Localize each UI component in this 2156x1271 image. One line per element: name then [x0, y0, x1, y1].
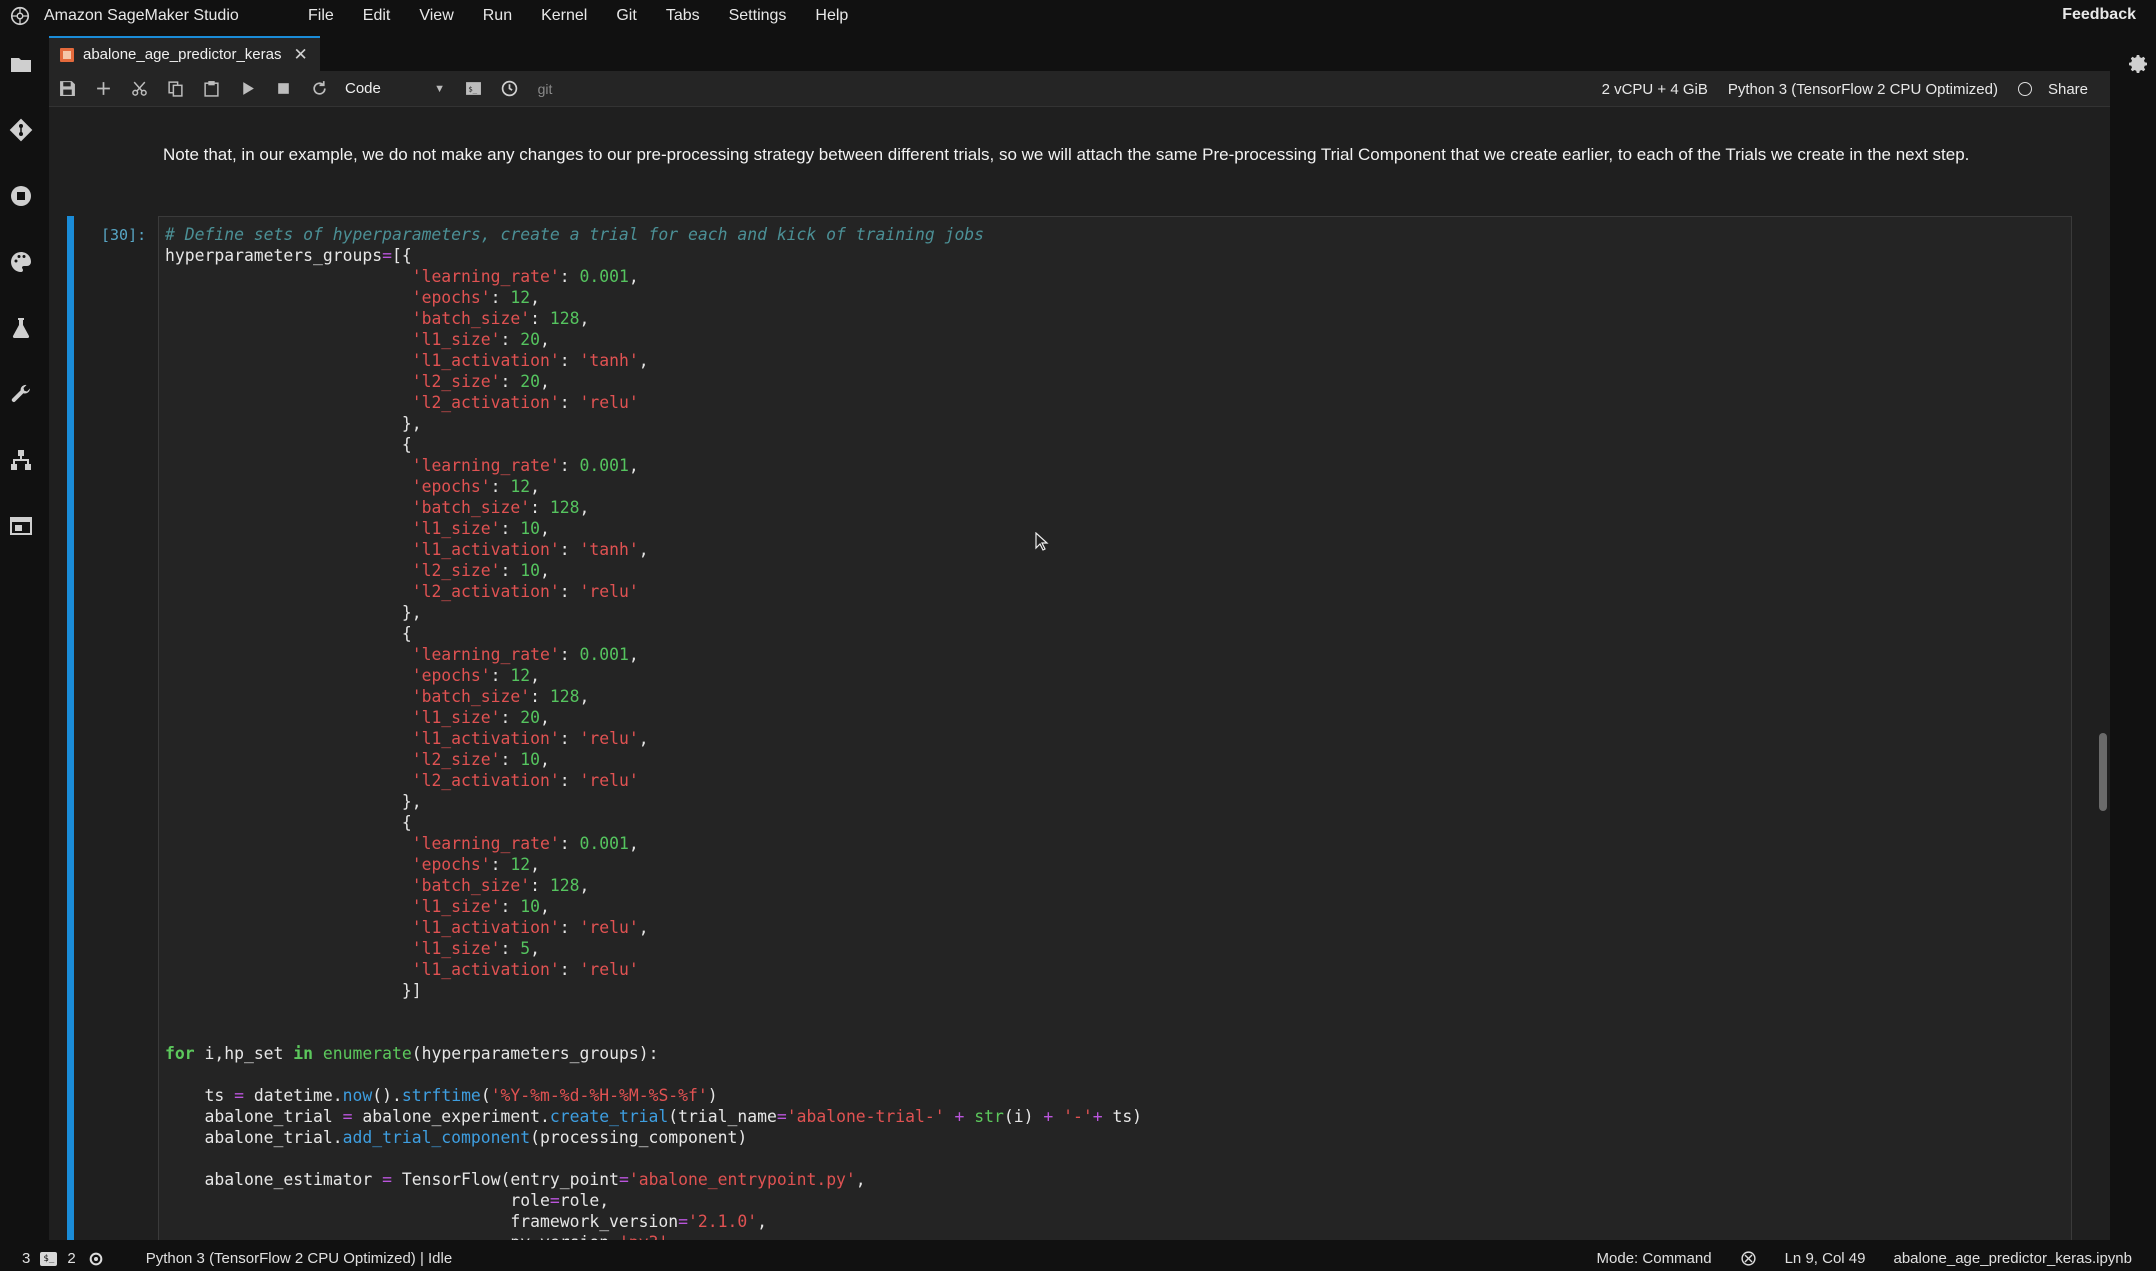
- folder-icon[interactable]: [9, 52, 33, 76]
- mouse-cursor-icon: [1035, 532, 1049, 551]
- kernel-status-icon: [2017, 82, 2032, 96]
- add-cell-icon[interactable]: [85, 71, 121, 107]
- cell-collapser[interactable]: [67, 216, 74, 1240]
- menu-edit[interactable]: Edit: [363, 5, 391, 27]
- kernel-name[interactable]: Python 3 (TensorFlow 2 CPU Optimized): [1728, 81, 1998, 98]
- terminal-icon[interactable]: $_: [455, 71, 491, 107]
- markdown-cell-text: Note that, in our example, we do not mak…: [163, 145, 1970, 164]
- security-shield-icon[interactable]: [1740, 1250, 1757, 1267]
- left-sidebar: [0, 32, 42, 1240]
- mode-indicator[interactable]: Mode: Command: [1597, 1250, 1712, 1267]
- cut-icon[interactable]: [121, 71, 157, 107]
- cell-prompt: [30]:: [101, 226, 147, 244]
- terminal-icon: $_: [40, 1251, 58, 1266]
- copy-icon[interactable]: [157, 71, 193, 107]
- main-menu: File Edit View Run Kernel Git Tabs Setti…: [308, 5, 877, 27]
- restart-icon[interactable]: [301, 71, 337, 107]
- menu-tabs[interactable]: Tabs: [666, 5, 700, 27]
- main-area: abalone_age_predictor_keras ✕ Code ▼ $_ …: [49, 36, 2110, 1240]
- gear-icon: [89, 1252, 103, 1265]
- sagemaker-studio-app: Amazon SageMaker Studio File Edit View R…: [0, 0, 2156, 1271]
- clock-icon[interactable]: [491, 71, 527, 107]
- menu-kernel[interactable]: Kernel: [541, 5, 587, 27]
- tab-title: abalone_age_predictor_keras: [83, 46, 282, 63]
- notebook-content[interactable]: Note that, in our example, we do not mak…: [49, 107, 2110, 1240]
- svg-text:$_: $_: [468, 85, 477, 94]
- menu-run[interactable]: Run: [483, 5, 512, 27]
- right-sidebar: [2120, 32, 2156, 1240]
- experiments-flask-icon[interactable]: [9, 316, 33, 340]
- palette-icon[interactable]: [9, 250, 33, 274]
- paste-icon[interactable]: [193, 71, 229, 107]
- menu-bar: Amazon SageMaker Studio File Edit View R…: [0, 0, 2156, 32]
- tabs-window-icon[interactable]: [9, 514, 33, 538]
- notebook-icon: [60, 47, 74, 62]
- status-bar: 3 $_ 2 Python 3 (TensorFlow 2 CPU Optimi…: [0, 1246, 2156, 1271]
- menu-settings[interactable]: Settings: [729, 5, 787, 27]
- menu-view[interactable]: View: [419, 5, 453, 27]
- menu-git[interactable]: Git: [616, 5, 636, 27]
- cell-type-value: Code: [345, 80, 381, 97]
- menu-file[interactable]: File: [308, 5, 334, 27]
- share-button[interactable]: Share: [2048, 81, 2088, 98]
- vertical-scrollbar[interactable]: [2096, 107, 2110, 1240]
- terminal-count-value: 3: [22, 1250, 31, 1267]
- running-kernels-icon[interactable]: [9, 184, 33, 208]
- file-name: abalone_age_predictor_keras.ipynb: [1893, 1250, 2132, 1267]
- tab-notebook[interactable]: abalone_age_predictor_keras ✕: [49, 36, 320, 71]
- endpoints-network-icon[interactable]: [9, 448, 33, 472]
- feedback-link[interactable]: Feedback: [2062, 6, 2136, 24]
- document-tab-bar: abalone_age_predictor_keras ✕: [49, 36, 2110, 71]
- cell-editor[interactable]: # Define sets of hyperparameters, create…: [158, 216, 2072, 1240]
- save-icon[interactable]: [49, 71, 85, 107]
- git-icon[interactable]: [9, 118, 33, 142]
- status-right: Mode: Command Ln 9, Col 49 abalone_age_p…: [1569, 1250, 2132, 1267]
- run-icon[interactable]: [229, 71, 265, 107]
- chevron-down-icon: ▼: [434, 82, 445, 95]
- kernel-count-value: 2: [67, 1250, 76, 1267]
- notebook-toolbar: Code ▼ $_ git 2 vCPU + 4 GiB Python 3 (T…: [49, 71, 2110, 107]
- code-block[interactable]: # Define sets of hyperparameters, create…: [165, 224, 1142, 1240]
- toolbar-right: 2 vCPU + 4 GiB Python 3 (TensorFlow 2 CP…: [1602, 71, 2088, 107]
- app-title: Amazon SageMaker Studio: [44, 7, 239, 24]
- cursor-position[interactable]: Ln 9, Col 49: [1785, 1250, 1866, 1267]
- terminal-count[interactable]: 3 $_ 2: [22, 1250, 104, 1267]
- sagemaker-logo-icon: [10, 6, 30, 26]
- stop-icon[interactable]: [265, 71, 301, 107]
- wrench-icon[interactable]: [9, 382, 33, 406]
- git-label[interactable]: git: [527, 71, 563, 107]
- code-cell[interactable]: [30]: # Define sets of hyperparameters, …: [67, 216, 2072, 1240]
- cell-type-select[interactable]: Code ▼: [345, 80, 455, 97]
- scrollbar-thumb[interactable]: [2099, 733, 2107, 811]
- close-icon[interactable]: ✕: [293, 45, 307, 65]
- kernel-status-text[interactable]: Python 3 (TensorFlow 2 CPU Optimized) | …: [146, 1250, 453, 1267]
- menu-help[interactable]: Help: [815, 5, 848, 27]
- instance-type[interactable]: 2 vCPU + 4 GiB: [1602, 81, 1708, 98]
- gear-icon[interactable]: [2126, 52, 2150, 76]
